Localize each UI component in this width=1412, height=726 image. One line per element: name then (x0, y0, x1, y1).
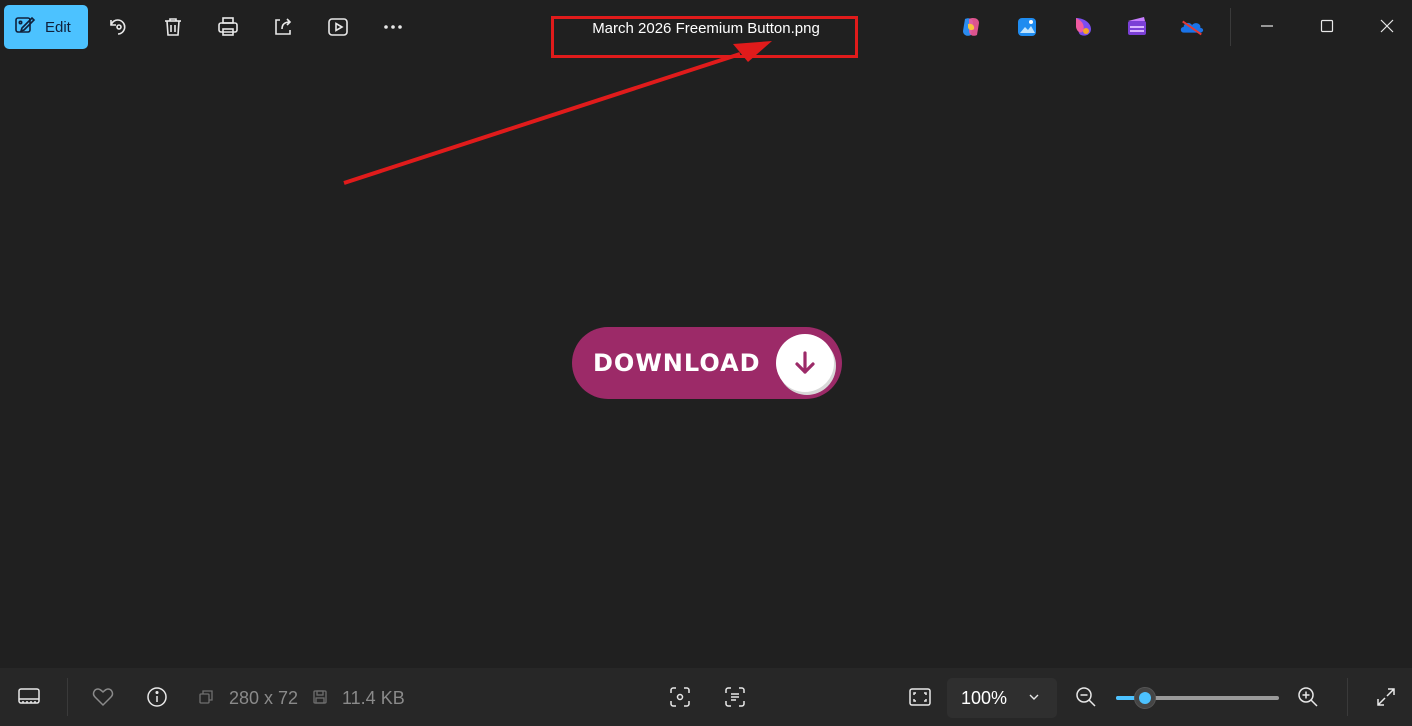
minimize-button[interactable] (1244, 8, 1290, 44)
chevron-down-icon (1027, 690, 1041, 709)
slideshow-icon[interactable] (323, 12, 353, 42)
status-divider (67, 678, 68, 716)
visual-search-icon[interactable] (667, 684, 693, 710)
zoom-slider-thumb[interactable] (1134, 687, 1156, 709)
print-icon[interactable] (213, 12, 243, 42)
toolbar-divider (1230, 8, 1231, 46)
status-divider (1347, 678, 1348, 716)
favorite-heart-icon[interactable] (90, 684, 116, 710)
fullscreen-icon[interactable] (1373, 684, 1399, 710)
dimensions-icon (196, 684, 216, 710)
more-icon[interactable] (378, 12, 408, 42)
annotation-highlight-box (551, 16, 858, 58)
toolbar: Edit March 2026 Freemium Button.png (0, 0, 1412, 58)
fit-to-window-icon[interactable] (907, 684, 933, 710)
down-arrow-icon (776, 334, 834, 392)
edit-button[interactable]: Edit (4, 5, 88, 49)
text-scan-icon[interactable] (722, 684, 748, 710)
zoom-level-dropdown[interactable]: 100% (947, 678, 1057, 718)
zoom-in-icon[interactable] (1295, 684, 1321, 710)
clipchamp-designer-icon[interactable] (1070, 14, 1096, 40)
edit-label: Edit (45, 18, 71, 36)
zoom-level-value: 100% (961, 687, 1008, 708)
copilot-icon[interactable] (958, 14, 984, 40)
file-size: 11.4 KB (342, 688, 405, 708)
clipchamp-icon[interactable] (1124, 14, 1150, 40)
delete-icon[interactable] (158, 12, 188, 42)
save-disk-icon (310, 684, 330, 710)
rotate-icon[interactable] (103, 12, 133, 42)
zoom-slider[interactable] (1116, 687, 1279, 709)
zoom-out-icon[interactable] (1073, 684, 1099, 710)
photos-editor-icon[interactable] (1014, 14, 1040, 40)
onedrive-icon[interactable] (1179, 14, 1205, 40)
maximize-button[interactable] (1304, 8, 1350, 44)
image-dimensions: 280 x 72 (229, 688, 299, 708)
filmstrip-icon[interactable] (16, 684, 42, 710)
photos-app-window: Edit March 2026 Freemium Button.png DOWN… (0, 0, 1412, 726)
status-bar: 280 x 72 11.4 KB 100% (0, 668, 1412, 726)
share-icon[interactable] (268, 12, 298, 42)
info-icon[interactable] (144, 684, 170, 710)
close-button[interactable] (1364, 8, 1410, 44)
edit-pencil-icon (14, 14, 36, 41)
download-button-text: DOWNLOAD (593, 349, 761, 377)
image-canvas: DOWNLOAD (0, 56, 1412, 668)
